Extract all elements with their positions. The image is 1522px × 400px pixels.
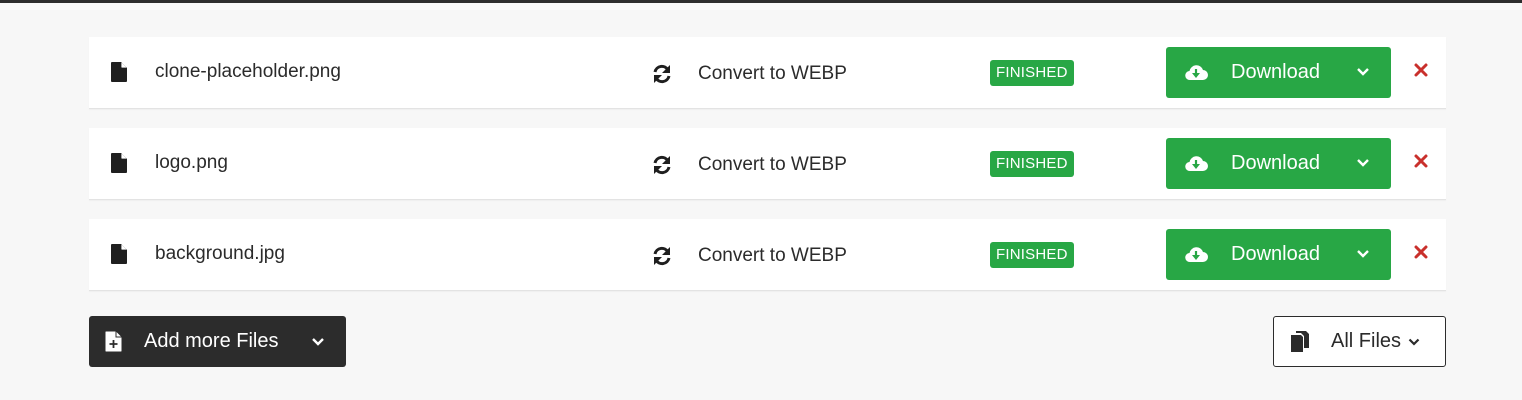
download-button[interactable]: Download [1166,47,1391,98]
refresh-icon [653,64,671,84]
cloud-download-icon [1185,65,1208,81]
download-label: Download [1231,61,1320,83]
download-button[interactable]: Download [1166,138,1391,189]
file-icon [111,244,127,264]
chevron-down-icon[interactable] [1356,67,1370,77]
chevron-down-icon[interactable] [1356,249,1370,259]
top-border [0,0,1522,3]
file-name: clone-placeholder.png [155,61,341,82]
refresh-icon [653,155,671,175]
cloud-download-icon [1185,156,1208,172]
remove-file-icon[interactable] [1413,244,1429,260]
conversion-label: Convert to WEBP [698,154,847,175]
add-more-files-label: Add more Files [144,330,279,352]
conversion-label: Convert to WEBP [698,245,847,266]
file-icon [111,62,127,82]
chevron-down-icon[interactable] [311,337,325,347]
file-icon [111,153,127,173]
copy-files-icon [1291,331,1309,352]
file-row: logo.png Convert to WEBP FINISHED Downlo… [89,128,1446,200]
download-label: Download [1231,243,1320,265]
download-label: Download [1231,152,1320,174]
file-row: clone-placeholder.png Convert to WEBP FI… [89,37,1446,109]
cloud-download-icon [1185,247,1208,263]
file-row: background.jpg Convert to WEBP FINISHED … [89,219,1446,291]
file-list: clone-placeholder.png Convert to WEBP FI… [89,37,1446,310]
all-files-label: All Files [1331,330,1402,352]
file-name: logo.png [155,152,228,173]
file-name: background.jpg [155,243,285,264]
refresh-icon [653,246,671,266]
remove-file-icon[interactable] [1413,153,1429,169]
status-badge: FINISHED [990,151,1074,177]
conversion-label: Convert to WEBP [698,63,847,84]
status-badge: FINISHED [990,242,1074,268]
chevron-down-icon[interactable] [1356,158,1370,168]
status-badge: FINISHED [990,60,1074,86]
all-files-button[interactable]: All Files [1273,316,1446,367]
remove-file-icon[interactable] [1413,62,1429,78]
chevron-down-icon[interactable] [1408,338,1420,347]
download-button[interactable]: Download [1166,229,1391,280]
add-file-icon [105,331,122,352]
add-more-files-button[interactable]: Add more Files [89,316,346,367]
